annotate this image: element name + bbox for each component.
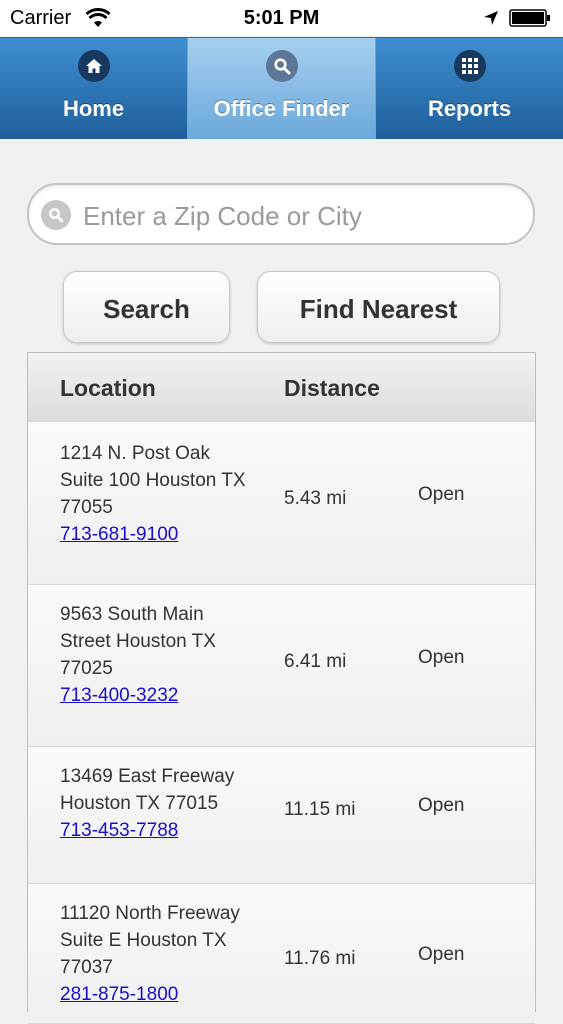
distance-value: 11.15 mi [284,799,356,820]
search-button[interactable]: Search [63,271,230,343]
status-value: Open [418,484,465,505]
table-row: 11120 North Freeway Suite E Houston TX 7… [28,884,535,1024]
address-line: 11120 North Freeway [60,903,240,924]
address-line: 13469 East Freeway [60,766,235,787]
home-icon [78,50,110,82]
find-nearest-button[interactable]: Find Nearest [257,271,500,343]
search-icon [41,200,71,230]
phone-link[interactable]: 281-875-1800 [60,984,178,1005]
office-address: 9563 South Main Street Houston TX 77025 … [60,601,275,709]
phone-link[interactable]: 713-453-7788 [60,820,178,841]
status-bar: Carrier 5:01 PM [0,0,563,36]
table-row: 1214 N. Post Oak Suite 100 Houston TX 77… [28,422,535,585]
office-table: Location Distance 1214 N. Post Oak Suite… [27,352,536,1024]
address-line: 77037 [60,957,113,978]
tab-bar: Home Office Finder Reports [0,37,563,139]
tab-home[interactable]: Home [0,38,187,139]
office-address: 11120 North Freeway Suite E Houston TX 7… [60,900,275,1008]
table-row: 13469 East Freeway Houston TX 77015 713-… [28,747,535,884]
phone-link[interactable]: 713-400-3232 [60,685,178,706]
address-line: Suite 100 Houston TX [60,470,246,491]
status-time: 5:01 PM [243,7,320,29]
status-value: Open [418,795,465,816]
tab-office-finder[interactable]: Office Finder [188,38,375,139]
distance-value: 11.76 mi [284,948,356,969]
grid-icon [454,50,486,82]
address-line: 1214 N. Post Oak [60,443,210,464]
location-header: Location [60,375,156,401]
distance-value: 6.41 mi [284,651,347,672]
location-arrow-icon [484,11,498,25]
address-line: 9563 South Main [60,604,204,625]
battery-icon [509,9,550,27]
office-address: 1214 N. Post Oak Suite 100 Houston TX 77… [60,440,275,548]
phone-link[interactable]: 713-681-9100 [60,524,178,545]
address-line: 77055 [60,497,113,518]
address-line: Street Houston TX [60,631,216,652]
address-line: Suite E Houston TX [60,930,227,951]
tab-home-label: Home [62,96,125,121]
address-line: 77025 [60,658,113,679]
distance-header: Distance [284,375,380,401]
table-header: Location Distance [28,353,535,423]
search-field[interactable] [27,183,535,245]
office-address: 13469 East Freeway Houston TX 77015 713-… [60,763,275,844]
tab-office-finder-label: Office Finder [213,96,350,121]
tab-reports[interactable]: Reports [376,38,563,139]
tab-reports-label: Reports [427,96,512,121]
status-value: Open [418,647,465,668]
address-line: Houston TX 77015 [60,793,219,814]
search-icon [266,50,298,82]
distance-value: 5.43 mi [284,488,347,509]
status-value: Open [418,944,465,965]
table-row: 9563 South Main Street Houston TX 77025 … [28,585,535,747]
search-input[interactable] [81,195,525,237]
